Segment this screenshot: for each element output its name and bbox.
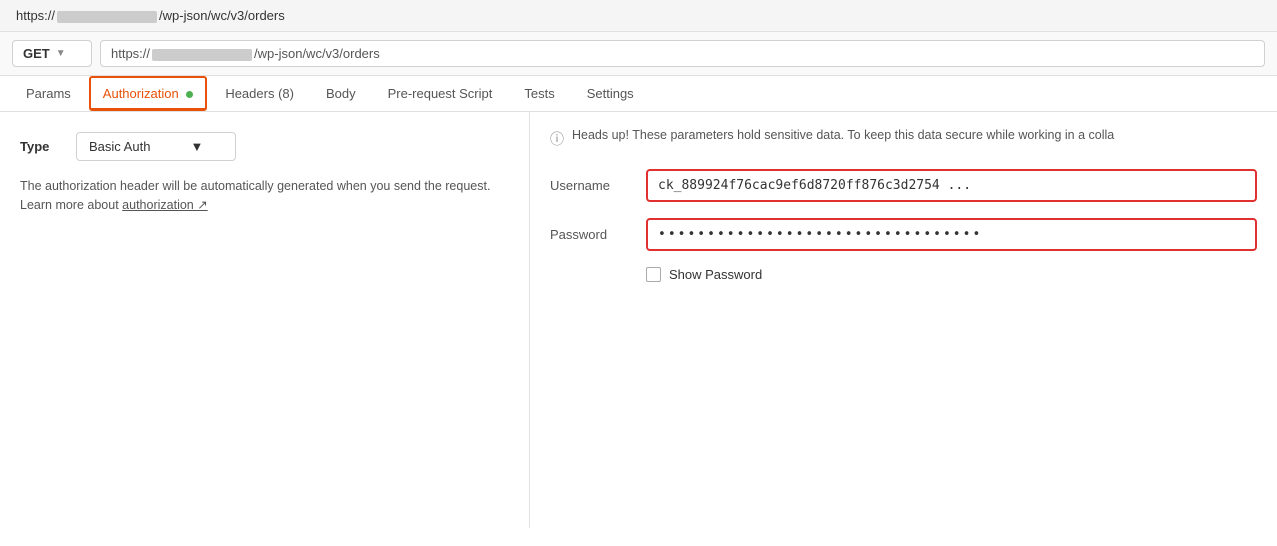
show-password-row: Show Password xyxy=(646,267,1257,282)
type-chevron-icon: ▼ xyxy=(190,139,203,154)
password-label: Password xyxy=(550,227,630,242)
tab-headers[interactable]: Headers (8) xyxy=(211,76,308,111)
auth-description: The authorization header will be automat… xyxy=(20,177,500,215)
tab-settings[interactable]: Settings xyxy=(573,76,648,111)
url-display-path: /wp-json/wc/v3/orders xyxy=(254,46,380,61)
tab-pre-request[interactable]: Pre-request Script xyxy=(374,76,507,111)
authorization-link[interactable]: authorization ↗ xyxy=(122,198,208,212)
tab-authorization[interactable]: Authorization xyxy=(89,76,208,111)
type-value: Basic Auth xyxy=(89,139,150,154)
right-panel: ⓘ Heads up! These parameters hold sensit… xyxy=(530,112,1277,528)
tab-body-label: Body xyxy=(326,86,356,101)
authorization-dot xyxy=(186,91,193,98)
tab-body[interactable]: Body xyxy=(312,76,370,111)
tab-settings-label: Settings xyxy=(587,86,634,101)
left-panel: Type Basic Auth ▼ The authorization head… xyxy=(0,112,530,528)
tab-params-label: Params xyxy=(26,86,71,101)
tab-authorization-label: Authorization xyxy=(103,86,179,101)
username-label: Username xyxy=(550,178,630,193)
title-url-prefix: https:// xyxy=(16,8,55,23)
tab-tests-label: Tests xyxy=(524,86,554,101)
type-dropdown[interactable]: Basic Auth ▼ xyxy=(76,132,236,161)
info-banner-text: Heads up! These parameters hold sensitiv… xyxy=(572,128,1114,142)
username-input[interactable] xyxy=(646,169,1257,202)
url-bar: GET ▼ https:// /wp-json/wc/v3/orders xyxy=(0,32,1277,76)
method-chevron-icon: ▼ xyxy=(56,48,66,59)
type-row: Type Basic Auth ▼ xyxy=(20,132,509,161)
tab-headers-label: Headers (8) xyxy=(225,86,294,101)
title-bar: https:// /wp-json/wc/v3/orders xyxy=(0,0,1277,32)
info-banner: ⓘ Heads up! These parameters hold sensit… xyxy=(550,128,1257,149)
title-url-path: /wp-json/wc/v3/orders xyxy=(159,8,285,23)
tab-tests[interactable]: Tests xyxy=(510,76,568,111)
password-input[interactable] xyxy=(646,218,1257,251)
username-row: Username xyxy=(550,169,1257,202)
title-url-blur xyxy=(57,11,157,23)
headers-badge: (8) xyxy=(278,86,294,101)
type-label: Type xyxy=(20,139,60,154)
main-content: Type Basic Auth ▼ The authorization head… xyxy=(0,112,1277,528)
url-input[interactable]: https:// /wp-json/wc/v3/orders xyxy=(100,40,1265,67)
method-label: GET xyxy=(23,46,50,61)
show-password-checkbox[interactable] xyxy=(646,267,661,282)
tab-params[interactable]: Params xyxy=(12,76,85,111)
tab-bar: Params Authorization Headers (8) Body Pr… xyxy=(0,76,1277,112)
tab-pre-request-label: Pre-request Script xyxy=(388,86,493,101)
method-dropdown[interactable]: GET ▼ xyxy=(12,40,92,67)
show-password-label[interactable]: Show Password xyxy=(669,267,762,282)
info-icon: ⓘ xyxy=(550,129,564,149)
password-row: Password xyxy=(550,218,1257,251)
url-display-prefix: https:// xyxy=(111,46,150,61)
url-blur-block xyxy=(152,49,252,61)
